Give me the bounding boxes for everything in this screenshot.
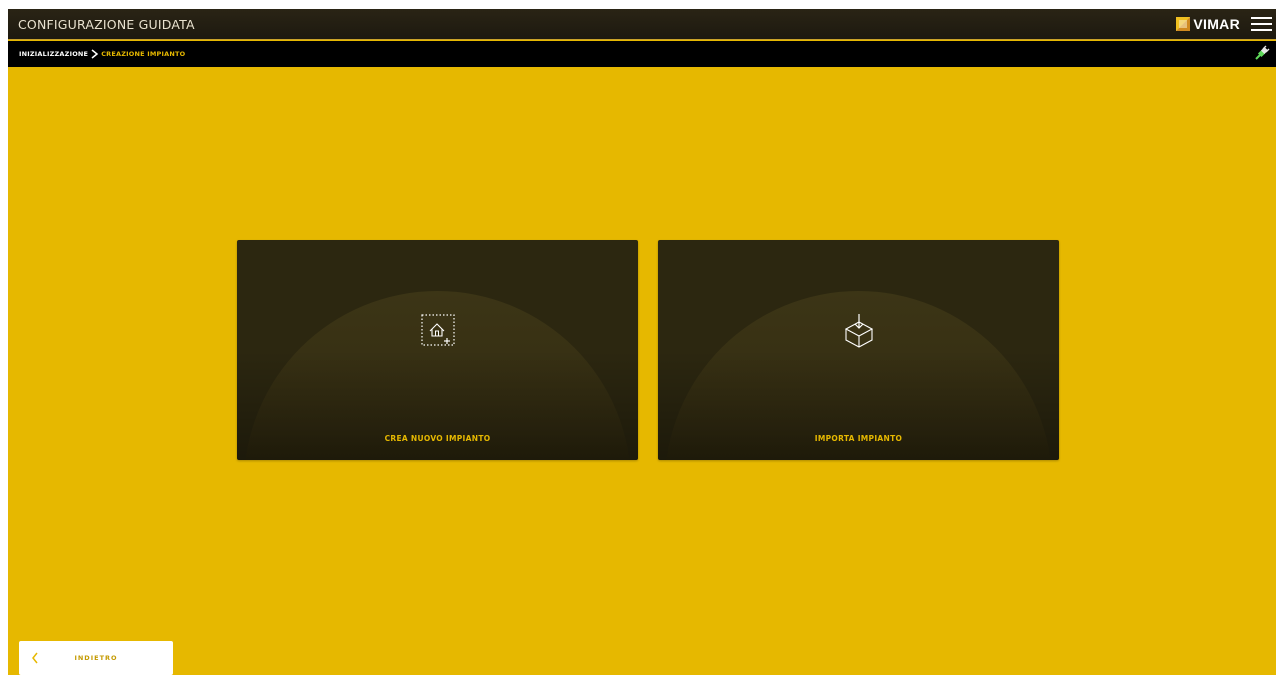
- app-window: CONFIGURAZIONE GUIDATA VIMAR INIZIALIZZA…: [8, 9, 1276, 675]
- create-new-system-label: CREA NUOVO IMPIANTO: [384, 434, 491, 443]
- import-system-label: IMPORTA IMPIANTO: [814, 434, 903, 443]
- back-button[interactable]: INDIETRO: [19, 641, 173, 675]
- breadcrumb-item-inizializzazione[interactable]: INIZIALIZZAZIONE: [19, 50, 88, 58]
- page-title: CONFIGURAZIONE GUIDATA: [18, 17, 195, 32]
- breadcrumb: INIZIALIZZAZIONE CREAZIONE IMPIANTO: [19, 49, 185, 59]
- plug-connection-icon[interactable]: [1254, 45, 1270, 61]
- breadcrumb-item-creazione-impianto: CREAZIONE IMPIANTO: [101, 50, 186, 58]
- vimar-logo-icon: [1176, 17, 1191, 31]
- chevron-right-icon: [91, 49, 99, 59]
- breadcrumb-bar: INIZIALIZZAZIONE CREAZIONE IMPIANTO: [8, 41, 1276, 67]
- add-house-icon: [421, 314, 455, 346]
- back-button-label: INDIETRO: [74, 654, 118, 662]
- import-system-card[interactable]: IMPORTA IMPIANTO: [658, 240, 1059, 460]
- brand-logo: VIMAR: [1176, 16, 1240, 32]
- create-new-system-card[interactable]: CREA NUOVO IMPIANTO: [237, 240, 638, 460]
- title-bar: CONFIGURAZIONE GUIDATA VIMAR: [8, 9, 1276, 40]
- brand-name: VIMAR: [1193, 16, 1240, 32]
- hamburger-menu-icon[interactable]: [1251, 17, 1272, 32]
- import-box-icon: [844, 314, 874, 348]
